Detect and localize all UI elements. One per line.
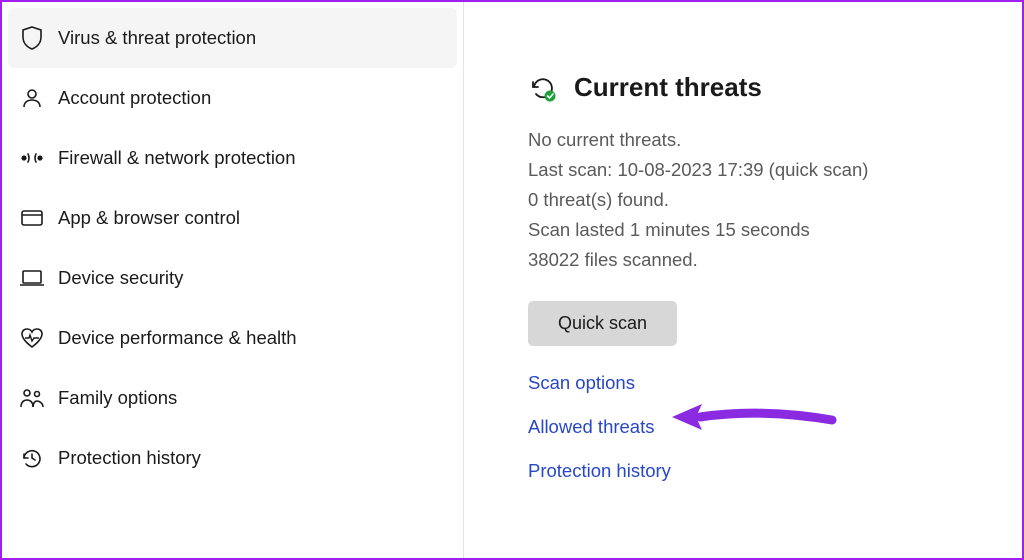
sidebar-item-label: Virus & threat protection — [52, 27, 256, 49]
scan-options-link[interactable]: Scan options — [528, 372, 1022, 394]
sidebar-item-virus-threat[interactable]: Virus & threat protection — [8, 8, 457, 68]
current-threats-header: Current threats — [528, 72, 1022, 103]
sidebar-nav: Virus & threat protection Account protec… — [2, 2, 464, 558]
threat-status: No current threats. — [528, 125, 1022, 155]
laptop-icon — [12, 268, 52, 288]
files-scanned-text: 38022 files scanned. — [528, 245, 1022, 275]
app-browser-icon — [12, 208, 52, 228]
sidebar-item-firewall[interactable]: Firewall & network protection — [2, 128, 463, 188]
network-icon — [12, 148, 52, 168]
sidebar-item-app-browser[interactable]: App & browser control — [2, 188, 463, 248]
sidebar-item-family[interactable]: Family options — [2, 368, 463, 428]
heart-pulse-icon — [12, 327, 52, 349]
scan-duration-text: Scan lasted 1 minutes 15 seconds — [528, 215, 1022, 245]
protection-history-link[interactable]: Protection history — [528, 460, 1022, 482]
window-frame: Virus & threat protection Account protec… — [0, 0, 1024, 560]
last-scan-text: Last scan: 10-08-2023 17:39 (quick scan) — [528, 155, 1022, 185]
sidebar-item-protection-history[interactable]: Protection history — [2, 428, 463, 488]
shield-icon — [12, 25, 52, 51]
sidebar-item-label: App & browser control — [52, 207, 240, 229]
account-icon — [12, 87, 52, 109]
threat-links: Scan options Allowed threats Protection … — [528, 372, 1022, 482]
sidebar-item-device-security[interactable]: Device security — [2, 248, 463, 308]
section-title: Current threats — [564, 72, 762, 103]
quick-scan-button[interactable]: Quick scan — [528, 301, 677, 346]
sidebar-item-account[interactable]: Account protection — [2, 68, 463, 128]
scan-status-icon — [528, 73, 564, 103]
allowed-threats-link[interactable]: Allowed threats — [528, 416, 1022, 438]
main-content: Current threats No current threats. Last… — [464, 2, 1022, 558]
sidebar-item-label: Family options — [52, 387, 177, 409]
sidebar-item-label: Firewall & network protection — [52, 147, 296, 169]
sidebar-item-label: Device security — [52, 267, 183, 289]
family-icon — [12, 387, 52, 409]
threats-found-text: 0 threat(s) found. — [528, 185, 1022, 215]
sidebar-item-device-perf[interactable]: Device performance & health — [2, 308, 463, 368]
sidebar-item-label: Protection history — [52, 447, 201, 469]
history-icon — [12, 446, 52, 470]
sidebar-item-label: Device performance & health — [52, 327, 297, 349]
sidebar-item-label: Account protection — [52, 87, 211, 109]
